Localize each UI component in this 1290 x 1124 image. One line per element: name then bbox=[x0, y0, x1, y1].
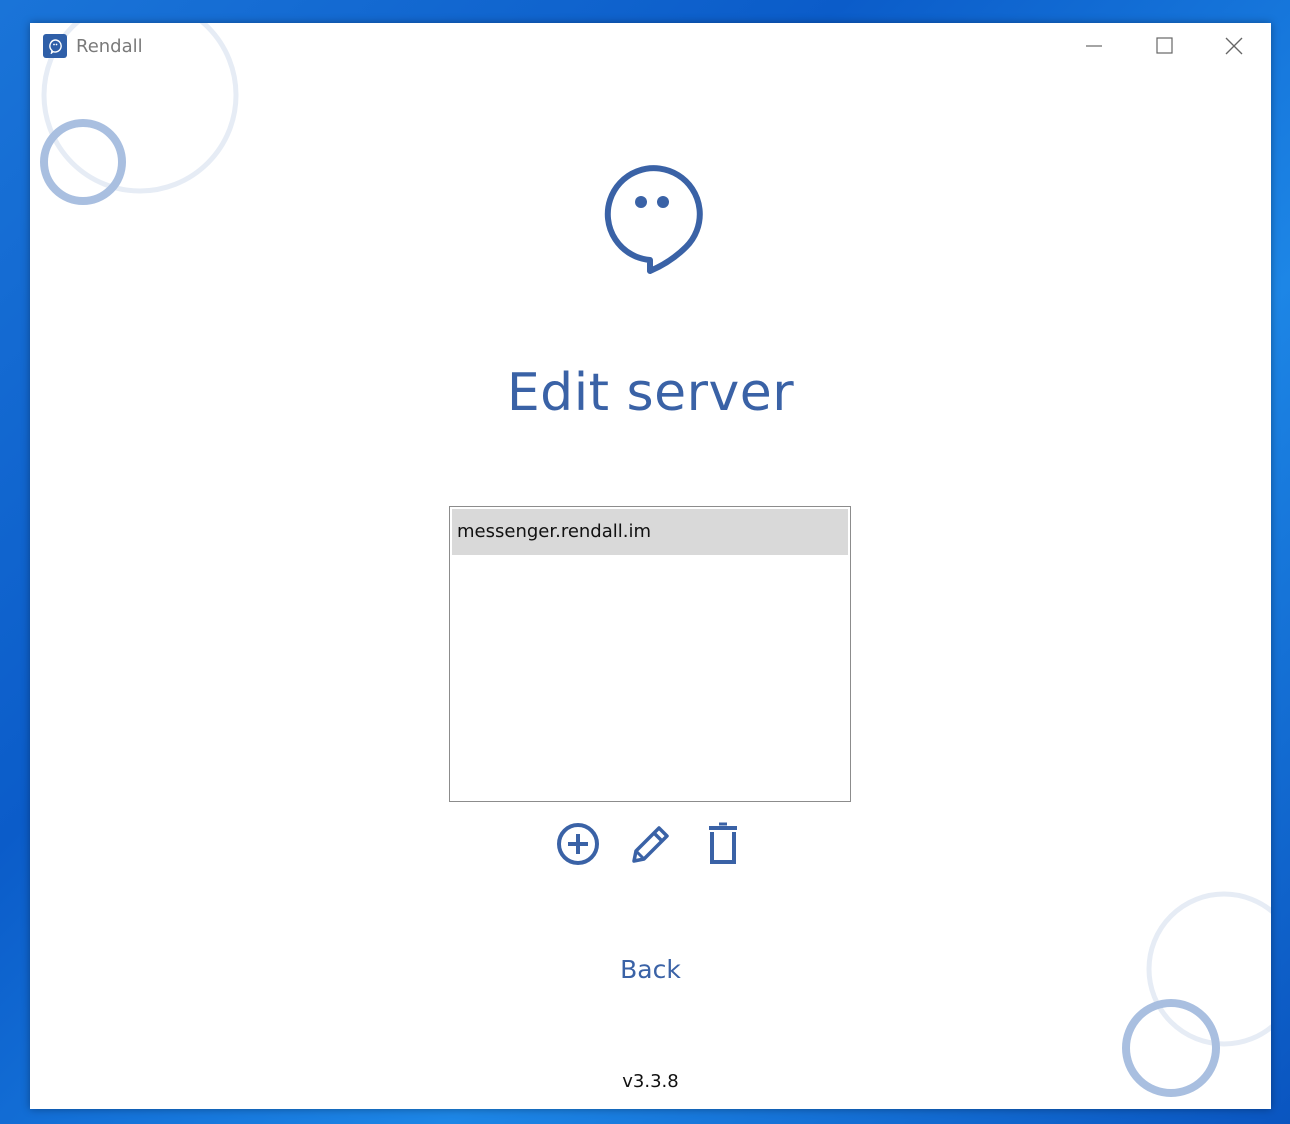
minimize-button[interactable] bbox=[1060, 23, 1128, 69]
plus-circle-icon bbox=[557, 823, 599, 865]
minimize-icon bbox=[1086, 45, 1102, 47]
add-server-button[interactable] bbox=[555, 822, 601, 868]
version-label: v3.3.8 bbox=[622, 1071, 679, 1092]
close-button[interactable] bbox=[1200, 23, 1268, 69]
server-list[interactable]: messenger.rendall.im bbox=[449, 506, 851, 802]
decor-ring-top-small bbox=[40, 119, 126, 205]
edit-server-button[interactable] bbox=[627, 822, 673, 868]
delete-server-button[interactable] bbox=[700, 822, 746, 868]
window-title: Rendall bbox=[76, 36, 143, 57]
maximize-button[interactable] bbox=[1130, 23, 1198, 69]
close-icon bbox=[1225, 37, 1243, 55]
app-icon bbox=[43, 34, 67, 58]
trash-icon bbox=[709, 822, 737, 864]
title-bar: Rendall bbox=[30, 23, 1271, 69]
server-list-item[interactable]: messenger.rendall.im bbox=[452, 509, 848, 555]
maximize-icon bbox=[1156, 37, 1173, 54]
desktop-background: Rendall Edit server messenger.rendall.im… bbox=[0, 0, 1290, 1124]
app-window: Rendall Edit server messenger.rendall.im… bbox=[30, 23, 1271, 1109]
page-title: Edit server bbox=[506, 363, 795, 423]
chat-bubble-logo-icon bbox=[604, 165, 703, 274]
pencil-icon bbox=[632, 826, 669, 863]
back-link[interactable]: Back bbox=[30, 955, 1271, 984]
